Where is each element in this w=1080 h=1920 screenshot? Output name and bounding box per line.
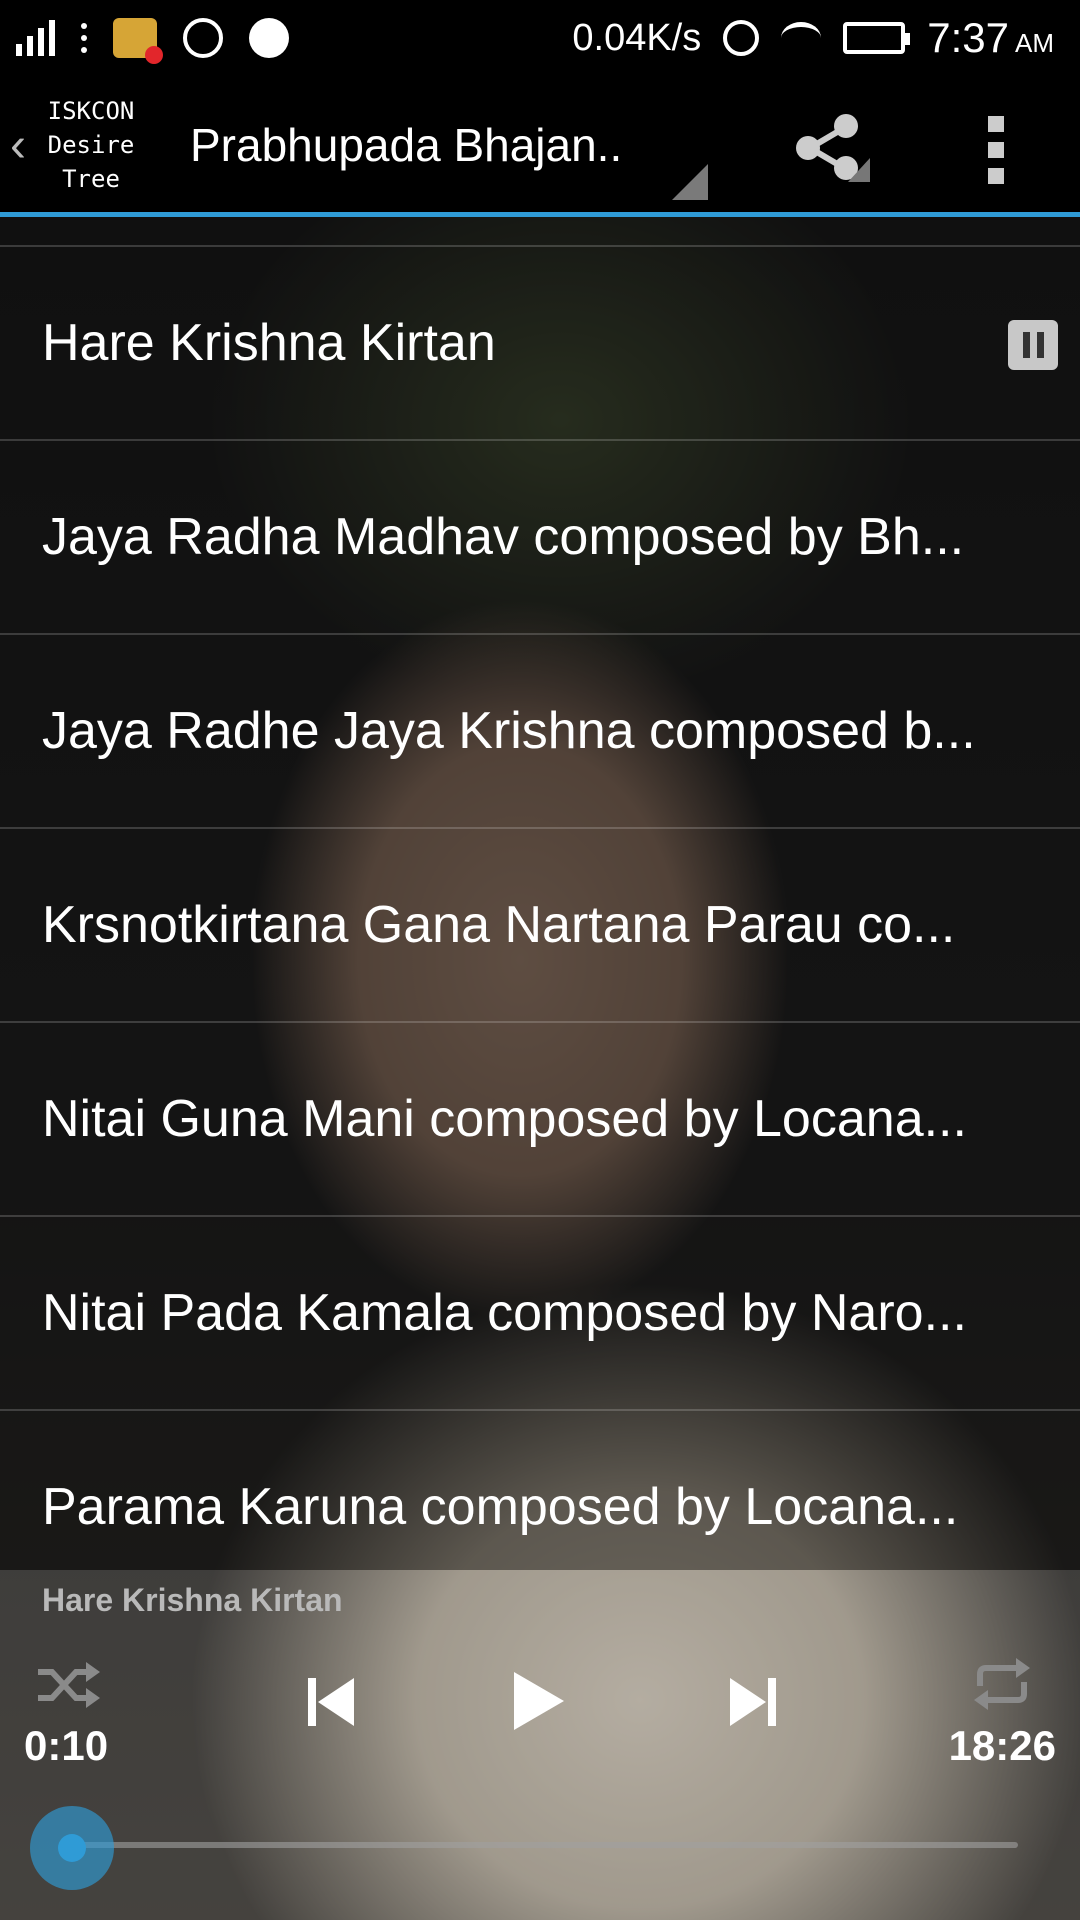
accent-divider — [0, 212, 1080, 217]
signal-icon — [16, 20, 55, 56]
next-icon[interactable] — [728, 1676, 778, 1728]
battery-icon — [843, 22, 911, 54]
more-notifications-icon — [81, 23, 87, 53]
list-item[interactable]: Krsnotkirtana Gana Nartana Parau co... — [0, 827, 1080, 1021]
track-title: Krsnotkirtana Gana Nartana Parau co... — [42, 896, 956, 954]
spinner-indicator-icon — [672, 164, 708, 200]
whatsapp-icon — [183, 18, 223, 58]
share-icon[interactable] — [790, 112, 870, 182]
track-title: Parama Karuna composed by Locana... — [42, 1478, 959, 1536]
clock: 7:37 AM — [927, 14, 1054, 61]
current-time: 0:10 — [24, 1722, 109, 1769]
action-bar: ‹ ISKCON Desire Tree Prabhupada Bhajan.. — [0, 76, 1080, 214]
seek-bar[interactable] — [70, 1842, 1018, 1848]
list-item[interactable]: Jaya Radhe Jaya Krishna composed b... — [0, 633, 1080, 827]
seek-thumb-center — [58, 1834, 86, 1862]
status-bar: 0.04K/s 7:37 AM — [0, 0, 1080, 76]
pause-icon[interactable] — [1008, 320, 1058, 370]
track-list: Hare Krishna Kirtan Jaya Radha Madhav co… — [0, 245, 1080, 1603]
track-title: Nitai Guna Mani composed by Locana... — [42, 1090, 967, 1148]
cleaner-app-icon — [113, 18, 163, 64]
app-logo[interactable]: ISKCON Desire Tree — [36, 94, 146, 196]
list-item[interactable]: Jaya Radha Madhav composed by Bh... — [0, 439, 1080, 633]
track-title: Nitai Pada Kamala composed by Naro... — [42, 1284, 967, 1342]
player-panel — [0, 1570, 1080, 1920]
list-item[interactable]: Nitai Guna Mani composed by Locana... — [0, 1021, 1080, 1215]
previous-icon[interactable] — [306, 1676, 356, 1728]
alarm-icon — [723, 20, 760, 56]
network-speed: 0.04K/s — [572, 16, 702, 59]
now-playing-title: Hare Krishna Kirtan — [42, 1582, 343, 1618]
total-time: 18:26 — [948, 1722, 1056, 1769]
overflow-menu-icon[interactable] — [988, 116, 1004, 184]
back-chevron-icon[interactable]: ‹ — [10, 118, 32, 173]
play-icon[interactable] — [510, 1670, 566, 1732]
track-title: Jaya Radha Madhav composed by Bh... — [42, 508, 965, 566]
hangouts-icon — [249, 18, 289, 58]
shuffle-icon[interactable] — [34, 1660, 100, 1710]
track-title: Jaya Radhe Jaya Krishna composed b... — [42, 702, 976, 760]
repeat-icon[interactable] — [972, 1656, 1032, 1712]
list-item[interactable]: Hare Krishna Kirtan — [0, 245, 1080, 439]
track-title: Hare Krishna Kirtan — [42, 314, 496, 372]
playlist-title-spinner[interactable]: Prabhupada Bhajan.. — [190, 118, 690, 172]
wifi-icon — [781, 22, 822, 54]
list-item[interactable]: Nitai Pada Kamala composed by Naro... — [0, 1215, 1080, 1409]
